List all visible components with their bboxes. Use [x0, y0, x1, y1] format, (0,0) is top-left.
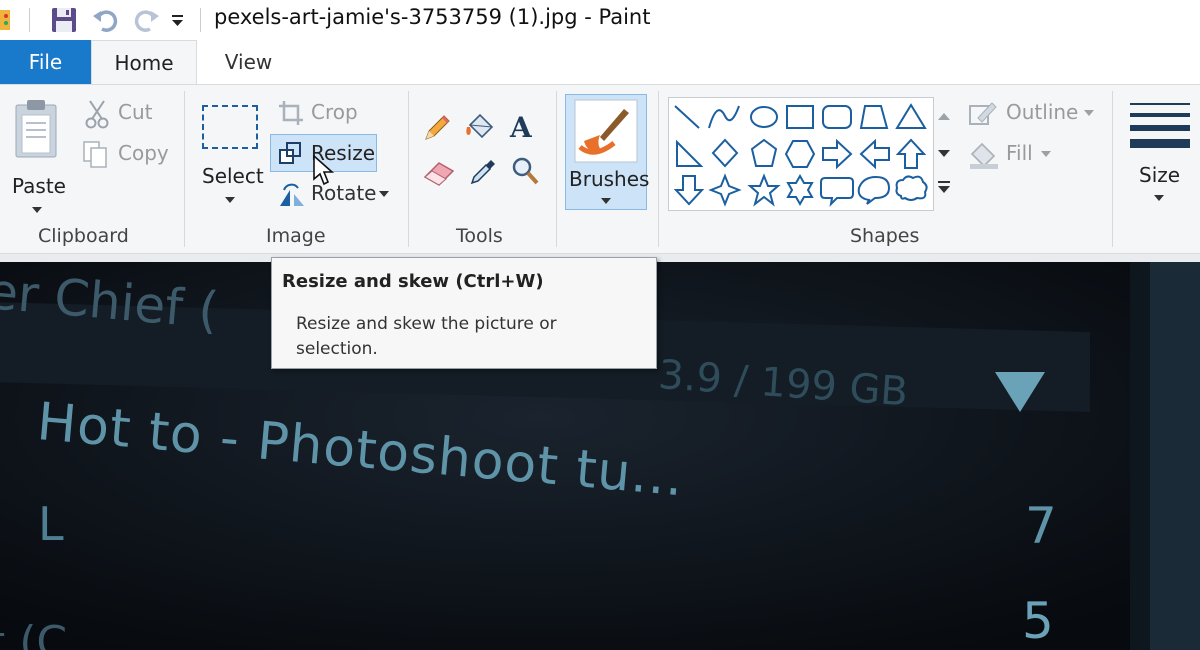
eraser-icon[interactable]: [422, 159, 456, 187]
fill-label: Fill: [1006, 141, 1033, 165]
six-point-star-shape-icon[interactable]: [786, 173, 814, 207]
up-arrow-shape-icon[interactable]: [895, 138, 927, 169]
size-button[interactable]: Size: [1122, 97, 1194, 215]
shapes-scroll-up-icon[interactable]: [938, 113, 950, 121]
polygon-shape-icon[interactable]: [859, 105, 889, 129]
image-group-label: Image: [266, 225, 326, 247]
fill-icon: [968, 140, 1000, 170]
outline-dropdown-arrow-icon: [1084, 110, 1094, 116]
shapes-gallery: [668, 97, 934, 211]
copy-label: Copy: [118, 141, 169, 165]
crop-label: Crop: [311, 100, 358, 124]
redo-icon[interactable]: [132, 6, 160, 34]
rotate-dropdown-arrow-icon: [379, 191, 389, 197]
four-point-star-shape-icon[interactable]: [708, 173, 742, 207]
oval-callout-shape-icon[interactable]: [857, 175, 891, 205]
triangle-shape-icon[interactable]: [895, 103, 927, 129]
line-size-icon: [1130, 99, 1190, 151]
canvas-text-line4: L: [38, 497, 64, 551]
brushes-button[interactable]: Brushes: [565, 94, 650, 210]
divider: [29, 8, 30, 32]
copy-button[interactable]: Copy: [82, 140, 169, 170]
outline-icon: [968, 100, 998, 128]
shapes-scroll-down-icon[interactable]: [938, 150, 950, 158]
customize-qat-chevron-icon[interactable]: [170, 13, 186, 29]
rounded-callout-shape-icon[interactable]: [820, 177, 854, 207]
shapes-more-icon[interactable]: [938, 181, 950, 193]
brush-icon: [574, 99, 638, 163]
pentagon-shape-icon[interactable]: [750, 138, 778, 167]
outline-label: Outline: [1006, 100, 1079, 124]
resize-icon: [278, 141, 304, 165]
paste-icon: [14, 99, 60, 159]
diamond-shape-icon[interactable]: [711, 138, 739, 168]
text-tool-icon[interactable]: A: [510, 111, 532, 144]
undo-icon[interactable]: [92, 6, 120, 34]
group-separator: [1112, 91, 1113, 247]
crop-button[interactable]: Crop: [278, 99, 368, 129]
window-title: pexels-art-jamie's-3753759 (1).jpg - Pai…: [214, 5, 651, 29]
clipboard-group-label: Clipboard: [38, 225, 129, 247]
tools-group-label: Tools: [456, 225, 503, 247]
color-picker-icon[interactable]: [468, 155, 498, 187]
fill-bucket-icon[interactable]: [464, 111, 498, 143]
group-separator: [658, 91, 659, 247]
size-dropdown-arrow-icon: [1154, 195, 1164, 201]
canvas-number-1: 7: [1025, 497, 1057, 555]
left-arrow-shape-icon[interactable]: [859, 138, 890, 170]
tooltip-title: Resize and skew (Ctrl+W): [282, 271, 544, 292]
divider: [200, 8, 201, 32]
select-label: Select: [202, 164, 264, 188]
rotate-icon: [278, 182, 306, 208]
brushes-label: Brushes: [569, 167, 650, 191]
ribbon-panel: Paste Cut Copy Clipboard Select Crop Res…: [0, 84, 1200, 254]
brushes-dropdown-arrow-icon: [601, 198, 611, 204]
group-separator: [556, 91, 557, 247]
paste-label: Paste: [12, 174, 66, 198]
ribbon-tabs: File Home View: [0, 40, 1200, 84]
group-separator: [408, 91, 409, 247]
fill-button[interactable]: Fill: [968, 140, 1058, 170]
canvas-number-2: 5: [1022, 592, 1054, 650]
tab-home[interactable]: Home: [91, 40, 197, 84]
outline-button[interactable]: Outline: [968, 99, 1098, 129]
canvas-text-line5: t (C: [0, 617, 68, 650]
paste-button[interactable]: Paste: [6, 95, 68, 215]
line-shape-icon[interactable]: [674, 105, 700, 129]
group-separator: [184, 91, 185, 247]
select-button[interactable]: Select: [196, 99, 266, 219]
oval-shape-icon[interactable]: [750, 106, 778, 128]
cloud-callout-shape-icon[interactable]: [895, 175, 928, 201]
scissors-icon: [84, 99, 110, 129]
tab-file[interactable]: File: [0, 40, 91, 84]
copy-icon: [82, 140, 110, 170]
cut-label: Cut: [118, 100, 153, 124]
right-arrow-shape-icon[interactable]: [822, 138, 853, 170]
paste-dropdown-arrow-icon: [32, 207, 42, 213]
mouse-cursor-icon: [313, 155, 335, 187]
resize-tooltip: Resize and skew (Ctrl+W) Resize and skew…: [271, 257, 657, 369]
hexagon-shape-icon[interactable]: [784, 140, 816, 168]
pencil-tool-icon[interactable]: [422, 113, 452, 143]
size-label: Size: [1139, 163, 1181, 187]
rounded-rectangle-shape-icon[interactable]: [822, 105, 852, 129]
tooltip-description: Resize and skew the picture or selection…: [296, 314, 557, 359]
tab-view[interactable]: View: [197, 40, 300, 84]
curve-shape-icon[interactable]: [708, 105, 740, 129]
fill-dropdown-arrow-icon: [1041, 151, 1051, 157]
select-icon: [202, 105, 258, 149]
rotate-button[interactable]: Rotate: [278, 180, 393, 212]
title-bar: pexels-art-jamie's-3753759 (1).jpg - Pai…: [0, 0, 1200, 40]
right-triangle-shape-icon[interactable]: [676, 139, 704, 167]
save-icon[interactable]: [50, 6, 78, 34]
select-dropdown-arrow-icon: [225, 197, 235, 203]
magnifier-icon[interactable]: [510, 155, 540, 187]
cut-button[interactable]: Cut: [82, 99, 162, 129]
shapes-group-label: Shapes: [850, 225, 920, 247]
crop-icon: [278, 100, 304, 126]
down-arrow-shape-icon[interactable]: [673, 175, 705, 206]
five-point-star-shape-icon[interactable]: [747, 173, 781, 207]
paint-app-icon[interactable]: [0, 8, 14, 32]
rectangle-shape-icon[interactable]: [786, 105, 814, 129]
